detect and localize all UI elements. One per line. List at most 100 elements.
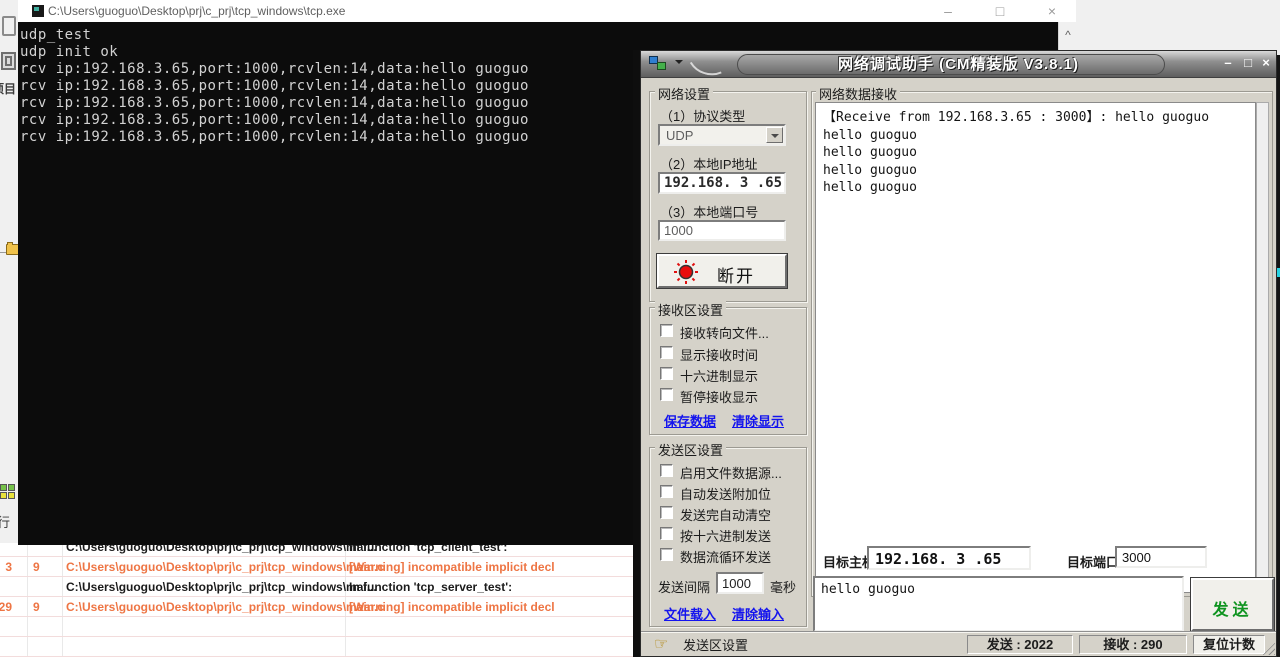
log-file: C:\Users\guoguo\Desktop\prj\c_prj\tcp_wi…	[66, 560, 384, 574]
receive-line: hello guoguo	[823, 144, 1255, 162]
network-data-receive-box: 网络数据接收 【Receive from 192.168.3.65 : 3000…	[811, 91, 1273, 597]
log-line: 29	[0, 600, 12, 614]
table-row[interactable]: C:\Users\guoguo\Desktop\prj\c_prj\tcp_wi…	[0, 577, 637, 597]
status-left-label: 发送区设置	[683, 637, 748, 654]
assistant-window: 网络调试助手 (CM精装版 V3.8.1) – □ × 网络设置 （1）协议类型…	[640, 50, 1277, 657]
table-row[interactable]: 29 9 C:\Users\guoguo\Desktop\prj\c_prj\t…	[0, 597, 637, 617]
receive-line: 【Receive from 192.168.3.65 : 3000】: hell…	[823, 109, 1255, 127]
send-button[interactable]: 发送	[1191, 578, 1274, 631]
restore-partial-icon	[1, 52, 16, 70]
local-ip-label: （2）本地IP地址	[660, 154, 758, 173]
table-row-empty	[0, 637, 637, 657]
send-settings-group: 发送区设置 启用文件数据源... 自动发送附加位 发送完自动清空 按十六进制发送…	[649, 447, 807, 627]
log-message: [Warning] incompatible implicit decl	[349, 600, 555, 614]
window-partial-icon	[2, 16, 16, 36]
console-window-title: C:\Users\guoguo\Desktop\prj\c_prj\tcp_wi…	[48, 4, 345, 18]
receive-line: hello guoguo	[823, 162, 1255, 180]
receive-line: hello guoguo	[823, 127, 1255, 145]
maximize-button[interactable]: □	[1239, 55, 1257, 70]
compiler-log-table: C:\Users\guoguo\Desktop\prj\c_prj\tcp_wi…	[0, 543, 637, 657]
assistant-title-bar[interactable]: 网络调试助手 (CM精装版 V3.8.1) – □ ×	[641, 51, 1276, 78]
send-button-label: 发送	[1193, 596, 1272, 620]
checkbox-send-as-hex[interactable]	[660, 527, 673, 540]
clear-input-link[interactable]: 清除输入	[732, 604, 784, 623]
save-data-link[interactable]: 保存数据	[664, 411, 716, 430]
clear-display-link[interactable]: 清除显示	[732, 411, 784, 430]
reset-count-button[interactable]: 复位计数	[1193, 635, 1265, 654]
checkbox-label[interactable]: 启用文件数据源...	[680, 463, 782, 482]
console-line: udp_test	[20, 27, 1058, 44]
checkbox-label[interactable]: 显示接收时间	[680, 345, 758, 364]
chevron-down-icon	[771, 134, 779, 142]
log-file: C:\Users\guoguo\Desktop\prj\c_prj\tcp_wi…	[66, 600, 384, 614]
send-interval-field[interactable]: 1000	[716, 572, 764, 594]
disconnect-button-label: 断开	[717, 262, 755, 287]
disconnect-button[interactable]: 断开	[657, 254, 787, 288]
network-settings-group: 网络设置 （1）协议类型 UDP （2）本地IP地址 192.168. 3 .6…	[649, 91, 807, 302]
receive-scrollbar[interactable]	[1256, 102, 1269, 593]
line-column-label: 行	[0, 512, 10, 531]
console-title-bar[interactable]: C:\Users\guoguo\Desktop\prj\c_prj\tcp_wi…	[18, 0, 1076, 22]
receive-data-area[interactable]: 【Receive from 192.168.3.65 : 3000】: hell…	[815, 102, 1256, 593]
target-port-field[interactable]: 3000	[1115, 546, 1207, 568]
disconnect-icon	[673, 259, 699, 285]
combo-arrow-button[interactable]	[766, 127, 783, 143]
log-col: 9	[33, 560, 40, 574]
log-col: 9	[33, 600, 40, 614]
group-title: 发送区设置	[655, 440, 726, 459]
minimize-button[interactable]: –	[1219, 55, 1237, 70]
checkbox-label[interactable]: 十六进制显示	[680, 366, 758, 385]
close-button[interactable]: ×	[1037, 1, 1067, 21]
protocol-selected-value: UDP	[666, 128, 693, 143]
sent-count: 发送 : 2022	[967, 635, 1073, 654]
receive-line: hello guoguo	[823, 179, 1255, 197]
checkbox-file-data-source[interactable]	[660, 464, 673, 477]
status-left-cell: ☞ 发送区设置	[644, 635, 960, 654]
target-host-field[interactable]: 192.168. 3 .65	[867, 546, 1031, 570]
minimize-button[interactable]: –	[933, 1, 963, 21]
scroll-up-icon[interactable]: ^	[1059, 22, 1077, 48]
assistant-window-title: 网络调试助手 (CM精装版 V3.8.1)	[641, 53, 1276, 74]
table-row[interactable]: 3 9 C:\Users\guoguo\Desktop\prj\c_prj\tc…	[0, 557, 637, 577]
table-row[interactable]: C:\Users\guoguo\Desktop\prj\c_prj\tcp_wi…	[0, 543, 637, 557]
project-panel-label: 项目	[0, 80, 16, 97]
load-file-link[interactable]: 文件载入	[664, 604, 716, 623]
close-button[interactable]: ×	[1257, 55, 1275, 70]
checkbox-hex-display[interactable]	[660, 367, 673, 380]
received-count: 接收 : 290	[1079, 635, 1187, 654]
send-input-area[interactable]: hello guoguo	[813, 576, 1184, 632]
protocol-type-label: （1）协议类型	[660, 106, 745, 125]
receive-settings-group: 接收区设置 接收转向文件... 显示接收时间 十六进制显示 暂停接收显示 保存数…	[649, 307, 807, 435]
checkbox-auto-append[interactable]	[660, 485, 673, 498]
checkbox-label[interactable]: 自动发送附加位	[680, 484, 771, 503]
checkbox-loop-send[interactable]	[660, 548, 673, 561]
local-port-label: （3）本地端口号	[660, 202, 758, 221]
group-title: 接收区设置	[655, 300, 726, 319]
send-interval-unit: 毫秒	[770, 577, 796, 596]
protocol-select[interactable]: UDP	[658, 124, 786, 146]
checkbox-label[interactable]: 发送完自动清空	[680, 505, 771, 524]
console-app-icon	[32, 5, 44, 17]
group-title: 网络设置	[655, 84, 713, 103]
log-file: C:\Users\guoguo\Desktop\prj\c_prj\tcp_wi…	[66, 580, 377, 594]
local-ip-field[interactable]: 192.168. 3 .65	[658, 172, 786, 194]
assistant-status-bar: ☞ 发送区设置 发送 : 2022 接收 : 290 复位计数	[641, 631, 1276, 656]
send-interval-label: 发送间隔	[658, 577, 710, 596]
local-port-field[interactable]: 1000	[658, 220, 786, 241]
checkbox-label[interactable]: 暂停接收显示	[680, 387, 758, 406]
checkbox-show-recv-time[interactable]	[660, 346, 673, 359]
compiler-tab-icon	[0, 484, 18, 502]
maximize-button[interactable]: □	[985, 1, 1015, 21]
checkbox-pause-display[interactable]	[660, 388, 673, 401]
checkbox-receive-to-file[interactable]	[660, 324, 673, 337]
checkbox-clear-after-send[interactable]	[660, 506, 673, 519]
table-row-empty	[0, 617, 637, 637]
checkbox-label[interactable]: 接收转向文件...	[680, 323, 769, 342]
log-message: In function 'tcp_server_test':	[349, 580, 512, 594]
receive-panel-title: 网络数据接收	[816, 84, 900, 103]
checkbox-label[interactable]: 按十六进制发送	[680, 526, 771, 545]
hand-icon: ☞	[654, 636, 668, 653]
log-message: [Warning] incompatible implicit decl	[349, 560, 555, 574]
log-line: 3	[0, 560, 12, 574]
checkbox-label[interactable]: 数据流循环发送	[680, 547, 771, 566]
